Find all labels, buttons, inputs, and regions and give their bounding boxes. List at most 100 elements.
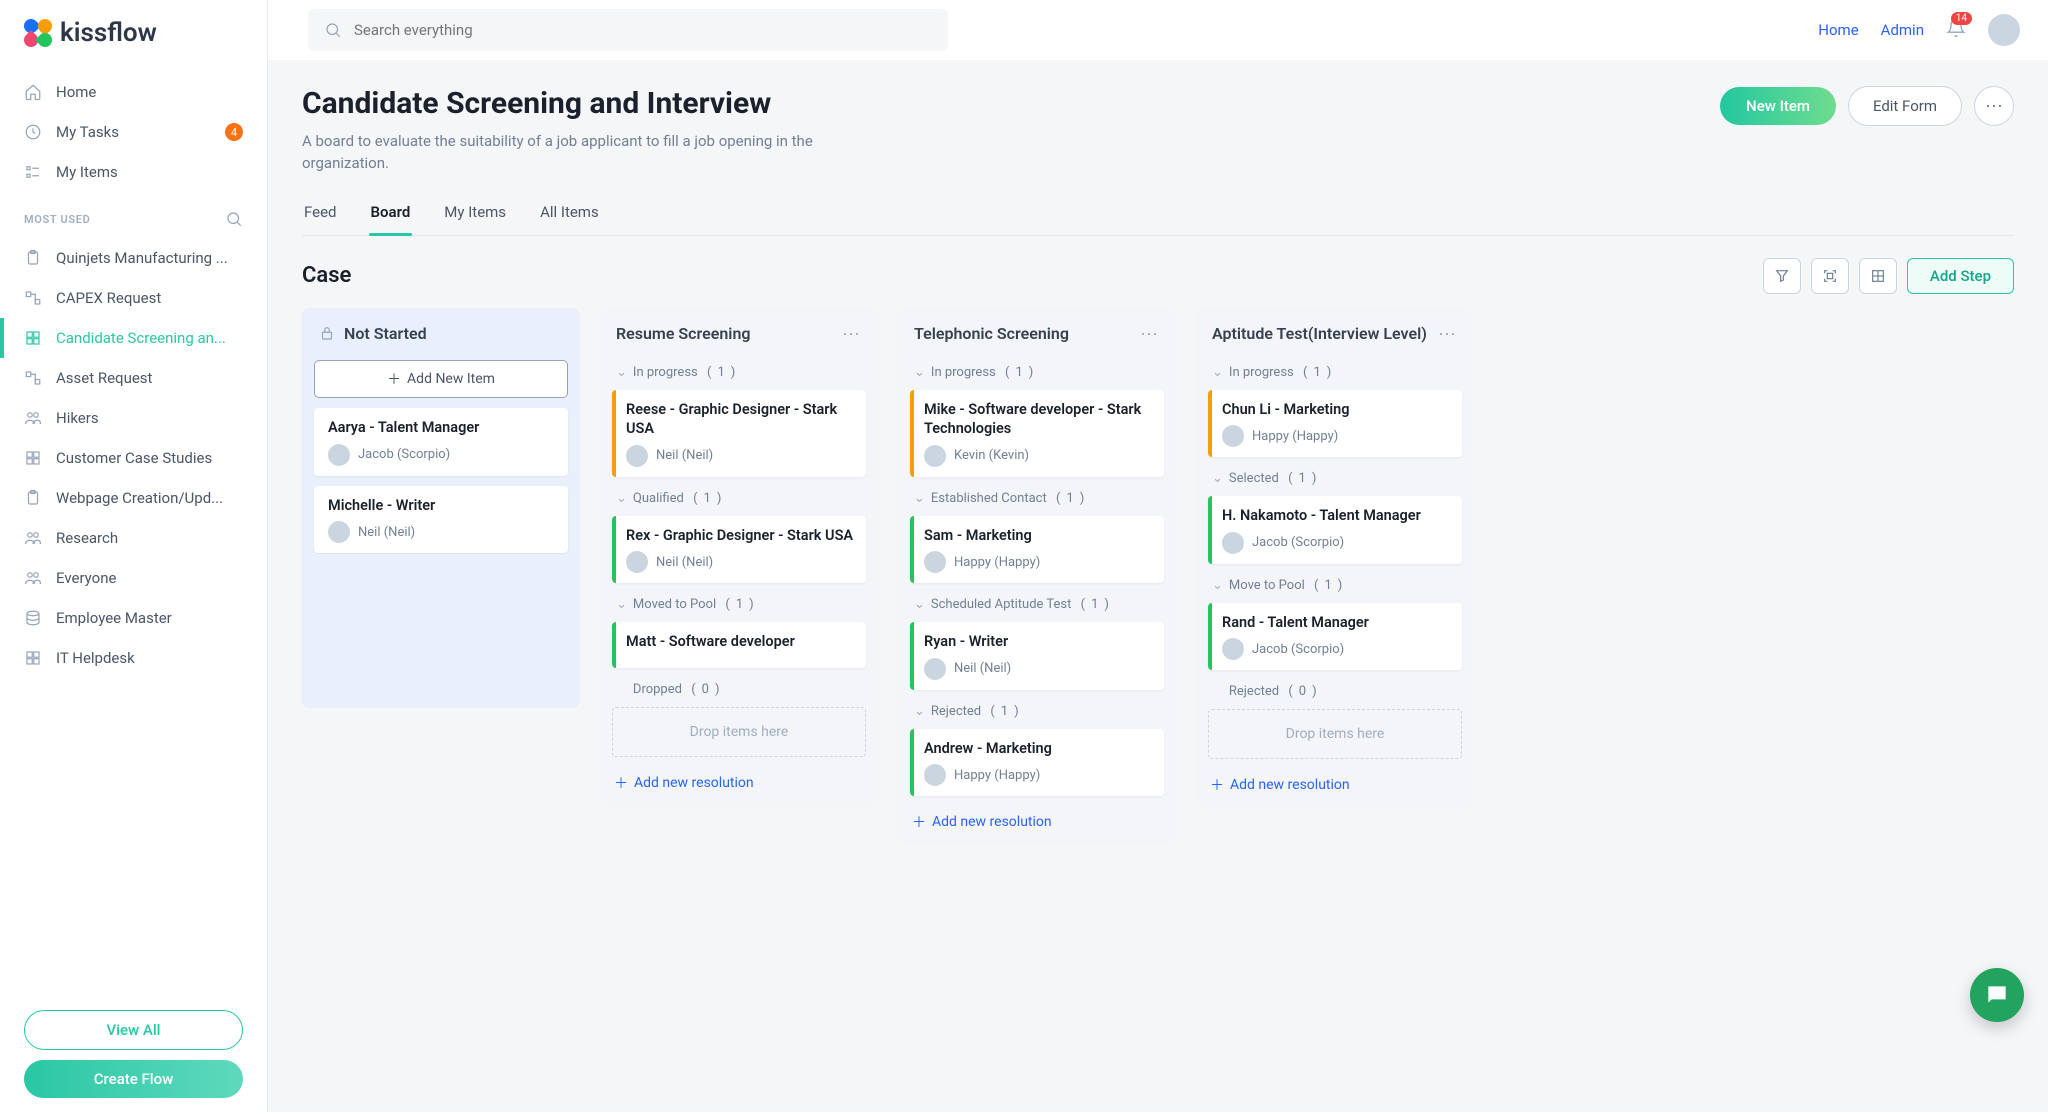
chevron-down-icon: ⌄	[616, 491, 627, 506]
most-used-item[interactable]: Quinjets Manufacturing ...	[0, 238, 267, 278]
more-actions-button[interactable]: ⋯	[1974, 86, 2014, 126]
candidate-card[interactable]: Matt - Software developer	[612, 622, 866, 668]
section-header[interactable]: ⌄ Rejected (1)	[910, 700, 1164, 719]
add-step-button[interactable]: Add Step	[1907, 258, 2014, 294]
filter-button[interactable]	[1763, 258, 1801, 294]
section-header[interactable]: ⌄ Selected (1)	[1208, 467, 1462, 486]
most-used-item[interactable]: Employee Master	[0, 598, 267, 638]
candidate-card[interactable]: Reese - Graphic Designer - Stark USA Nei…	[612, 390, 866, 477]
candidate-card[interactable]: H. Nakamoto - Talent Manager Jacob (Scor…	[1208, 496, 1462, 564]
most-used-item[interactable]: Everyone	[0, 558, 267, 598]
notifications-button[interactable]: 14	[1946, 18, 1966, 42]
notification-count: 14	[1951, 12, 1972, 25]
add-resolution-button[interactable]: ＋Add new resolution	[612, 767, 866, 795]
column-menu[interactable]: ⋯	[1438, 324, 1458, 345]
section-header[interactable]: ⌄ In progress (1)	[910, 361, 1164, 380]
candidate-card[interactable]: Sam - Marketing Happy (Happy)	[910, 516, 1164, 584]
chevron-down-icon: ⌄	[914, 491, 925, 506]
card-title: H. Nakamoto - Talent Manager	[1222, 506, 1450, 526]
section-label: In progress	[633, 365, 698, 380]
nav-my-items[interactable]: My Items	[0, 152, 267, 192]
add-resolution-button[interactable]: ＋Add new resolution	[910, 806, 1164, 834]
most-used-item[interactable]: Hikers	[0, 398, 267, 438]
section-header[interactable]: ⌄ Qualified (1)	[612, 487, 866, 506]
assignee-avatar	[1222, 425, 1244, 447]
nav-label: My Items	[56, 163, 118, 181]
drop-zone[interactable]: Drop items here	[612, 707, 866, 757]
new-item-button[interactable]: New Item	[1720, 87, 1836, 125]
top-link-home[interactable]: Home	[1818, 21, 1858, 39]
section-header[interactable]: ⌄ Scheduled Aptitude Test (1)	[910, 593, 1164, 612]
column-menu[interactable]: ⋯	[842, 324, 862, 345]
most-used-item[interactable]: IT Helpdesk	[0, 638, 267, 678]
nav-label: Webpage Creation/Upd...	[56, 489, 223, 507]
most-used-item[interactable]: Webpage Creation/Upd...	[0, 478, 267, 518]
section-label: Qualified	[633, 491, 684, 506]
candidate-card[interactable]: Aarya - Talent Manager Jacob (Scorpio)	[314, 408, 568, 476]
top-link-admin[interactable]: Admin	[1881, 21, 1924, 39]
nav-label: CAPEX Request	[56, 289, 161, 307]
user-avatar[interactable]	[1988, 14, 2020, 46]
brand-logo[interactable]: kissflow	[0, 18, 267, 72]
assignee-avatar	[924, 551, 946, 573]
add-resolution-button[interactable]: ＋Add new resolution	[1208, 769, 1462, 797]
tab-all-items[interactable]: All Items	[538, 193, 601, 235]
section-label: Dropped	[633, 682, 682, 697]
search-input[interactable]	[354, 21, 932, 39]
nav-home[interactable]: Home	[0, 72, 267, 112]
candidate-card[interactable]: Rex - Graphic Designer - Stark USA Neil …	[612, 516, 866, 584]
chevron-down-icon: ⌄	[914, 704, 925, 719]
section-header[interactable]: ⌄ Moved to Pool (1)	[612, 593, 866, 612]
assignee-avatar	[924, 764, 946, 786]
tab-my-items[interactable]: My Items	[442, 193, 508, 235]
assignee-name: Happy (Happy)	[954, 768, 1040, 783]
edit-form-button[interactable]: Edit Form	[1848, 86, 1962, 126]
card-title: Sam - Marketing	[924, 526, 1152, 546]
most-used-item[interactable]: Research	[0, 518, 267, 558]
section-header[interactable]: ⌄ In progress (1)	[1208, 361, 1462, 380]
section-label: Moved to Pool	[633, 597, 716, 612]
section-header[interactable]: ⌄ In progress (1)	[612, 361, 866, 380]
chat-fab[interactable]	[1970, 968, 2024, 1022]
section-header[interactable]: ⌄ Established Contact (1)	[910, 487, 1164, 506]
chevron-down-icon: ⌄	[914, 597, 925, 612]
candidate-card[interactable]: Mike - Software developer - Stark Techno…	[910, 390, 1164, 477]
people-icon	[24, 569, 42, 587]
flow-icon	[24, 289, 42, 307]
candidate-card[interactable]: Andrew - Marketing Happy (Happy)	[910, 729, 1164, 797]
most-used-item[interactable]: Customer Case Studies	[0, 438, 267, 478]
add-new-item-button[interactable]: ＋Add New Item	[314, 360, 568, 398]
drop-zone[interactable]: Drop items here	[1208, 709, 1462, 759]
candidate-card[interactable]: Chun Li - Marketing Happy (Happy)	[1208, 390, 1462, 458]
search-icon[interactable]	[225, 210, 243, 228]
candidate-card[interactable]: Ryan - Writer Neil (Neil)	[910, 622, 1164, 690]
section-header[interactable]: ⌄ Move to Pool (1)	[1208, 574, 1462, 593]
focus-button[interactable]	[1811, 258, 1849, 294]
tab-feed[interactable]: Feed	[302, 193, 339, 235]
brand-name: kissflow	[60, 18, 157, 48]
most-used-item[interactable]: Asset Request	[0, 358, 267, 398]
nav-label: My Tasks	[56, 123, 119, 141]
most-used-item[interactable]: Candidate Screening an...	[0, 318, 267, 358]
view-all-button[interactable]: View All	[24, 1010, 243, 1050]
create-flow-button[interactable]: Create Flow	[24, 1060, 243, 1098]
tab-board[interactable]: Board	[369, 193, 413, 235]
global-search[interactable]	[308, 9, 948, 51]
most-used-item[interactable]: CAPEX Request	[0, 278, 267, 318]
candidate-card[interactable]: Rand - Talent Manager Jacob (Scorpio)	[1208, 603, 1462, 671]
section-label: Established Contact	[931, 491, 1047, 506]
nav-label: Hikers	[56, 409, 99, 427]
assignee-avatar	[328, 521, 350, 543]
view-tabs: Feed Board My Items All Items	[302, 193, 2014, 236]
card-title: Ryan - Writer	[924, 632, 1152, 652]
assignee-name: Jacob (Scorpio)	[1252, 642, 1344, 657]
grid-view-button[interactable]	[1859, 258, 1897, 294]
card-title: Reese - Graphic Designer - Stark USA	[626, 400, 854, 439]
assignee-name: Happy (Happy)	[954, 555, 1040, 570]
candidate-card[interactable]: Michelle - Writer Neil (Neil)	[314, 486, 568, 554]
column-menu[interactable]: ⋯	[1140, 324, 1160, 345]
nav-my-tasks[interactable]: My Tasks4	[0, 112, 267, 152]
assignee-name: Jacob (Scorpio)	[1252, 535, 1344, 550]
flow-icon	[24, 369, 42, 387]
card-title: Mike - Software developer - Stark Techno…	[924, 400, 1152, 439]
